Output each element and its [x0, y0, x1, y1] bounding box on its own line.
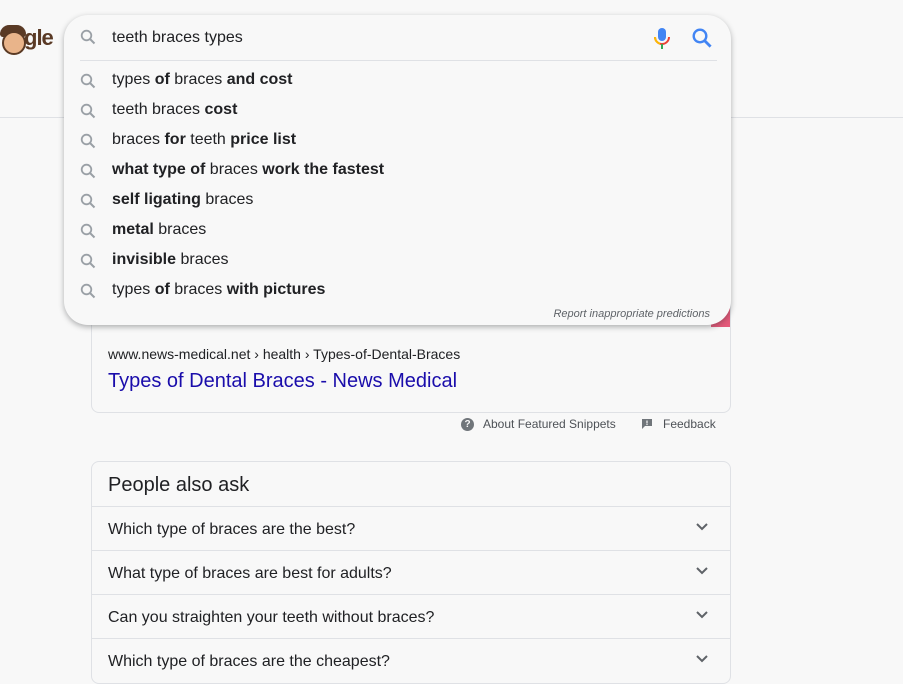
- chevron-down-icon: [696, 567, 708, 575]
- paa-question[interactable]: Can you straighten your teeth without br…: [92, 594, 730, 639]
- suggestion-text: what type of braces work the fastest: [112, 155, 384, 185]
- suggestion-text: types of braces and cost: [112, 65, 293, 95]
- suggestion-bold-part: and cost: [226, 71, 293, 88]
- paa-question-text: Which type of braces are the cheapest?: [108, 653, 390, 670]
- suggestion-text: self ligating braces: [112, 185, 253, 215]
- suggestion-item[interactable]: self ligating braces: [64, 185, 731, 215]
- feedback-link[interactable]: Feedback: [641, 417, 716, 431]
- search-autocomplete: types of braces and costteeth braces cos…: [64, 15, 731, 325]
- people-also-ask: People also ask Which type of braces are…: [91, 461, 731, 684]
- suggestion-part: types: [112, 281, 155, 298]
- suggestion-bold-part: price list: [230, 131, 297, 148]
- suggestion-bold-part: for: [164, 131, 186, 148]
- suggestion-bold-part: metal: [112, 221, 154, 238]
- suggestion-item[interactable]: metal braces: [64, 215, 731, 245]
- suggestion-list: types of braces and cost teeth braces cos…: [64, 65, 731, 305]
- suggestion-text: teeth braces cost: [112, 95, 237, 125]
- search-divider: [80, 60, 717, 61]
- report-predictions-link[interactable]: Report inappropriate predictions: [553, 308, 710, 320]
- suggestion-part: braces: [176, 251, 229, 268]
- suggestion-bold-part: what type of: [112, 161, 206, 178]
- search-icon: [80, 253, 96, 269]
- paa-question[interactable]: What type of braces are best for adults?: [92, 550, 730, 595]
- search-icon: [80, 193, 96, 209]
- search-icon: [80, 163, 96, 179]
- chevron-down-icon: [696, 655, 708, 663]
- suggestion-bold-part: of: [154, 71, 170, 88]
- paa-question-text: Can you straighten your teeth without br…: [108, 609, 435, 626]
- suggestion-text: invisible braces: [112, 245, 229, 275]
- doodle-face-icon: [0, 23, 26, 55]
- suggestion-item[interactable]: types of braces and cost: [64, 65, 731, 95]
- people-also-ask-title: People also ask: [108, 474, 250, 496]
- search-icon: [80, 133, 96, 149]
- feedback-icon: [642, 419, 652, 429]
- search-input[interactable]: [112, 27, 632, 49]
- suggestion-part: teeth: [185, 131, 231, 148]
- suggestion-item[interactable]: types of braces with pictures: [64, 275, 731, 305]
- paa-question-text: What type of braces are best for adults?: [108, 565, 392, 582]
- about-featured-snippets-label: About Featured Snippets: [483, 417, 616, 431]
- suggestion-item[interactable]: braces for teeth price list: [64, 125, 731, 155]
- suggestion-text: braces for teeth price list: [112, 125, 296, 155]
- paa-question-text: Which type of braces are the best?: [108, 521, 356, 538]
- suggestion-text: types of braces with pictures: [112, 275, 325, 305]
- suggestion-part: braces: [169, 71, 227, 88]
- chevron-down-icon: [696, 611, 708, 619]
- suggestion-part: braces: [205, 161, 263, 178]
- feedback-label: Feedback: [663, 417, 716, 431]
- suggestion-part: braces: [200, 191, 254, 208]
- search-icon: [80, 29, 96, 45]
- suggestion-part: types: [112, 71, 155, 88]
- logo-text: gle: [24, 25, 54, 50]
- paa-question[interactable]: Which type of braces are the cheapest?: [92, 638, 730, 683]
- chevron-down-icon: [696, 523, 708, 531]
- search-icon: [80, 283, 96, 299]
- suggestion-bold-part: cost: [204, 101, 238, 118]
- suggestion-bold-part: invisible: [112, 251, 177, 268]
- suggestion-part: teeth braces: [112, 101, 205, 118]
- result-url: www.news-medical.net › health › Types-of…: [108, 346, 461, 362]
- suggestion-item[interactable]: what type of braces work the fastest: [64, 155, 731, 185]
- suggestion-item[interactable]: teeth braces cost: [64, 95, 731, 125]
- search-icon: [80, 223, 96, 239]
- search-submit-icon[interactable]: [691, 27, 713, 49]
- help-icon: ?: [461, 417, 474, 431]
- search-bar: [64, 15, 731, 61]
- suggestion-bold-part: self ligating: [112, 191, 201, 208]
- paa-question[interactable]: Which type of braces are the best?: [92, 506, 730, 551]
- search-icon: [80, 73, 96, 89]
- suggestion-part: braces: [112, 131, 165, 148]
- suggestion-bold-part: of: [154, 281, 170, 298]
- suggestion-part: braces: [169, 281, 227, 298]
- suggestion-text: metal braces: [112, 215, 206, 245]
- about-featured-snippets[interactable]: ? About Featured Snippets: [461, 417, 616, 431]
- result-title-link[interactable]: Types of Dental Braces - News Medical: [108, 370, 457, 393]
- microphone-icon[interactable]: [652, 27, 672, 51]
- suggestion-part: braces: [153, 221, 207, 238]
- suggestion-bold-part: work the fastest: [262, 161, 385, 178]
- search-icon: [80, 103, 96, 119]
- suggestion-bold-part: with pictures: [226, 281, 326, 298]
- suggestion-item[interactable]: invisible braces: [64, 245, 731, 275]
- google-logo[interactable]: gle: [0, 22, 54, 55]
